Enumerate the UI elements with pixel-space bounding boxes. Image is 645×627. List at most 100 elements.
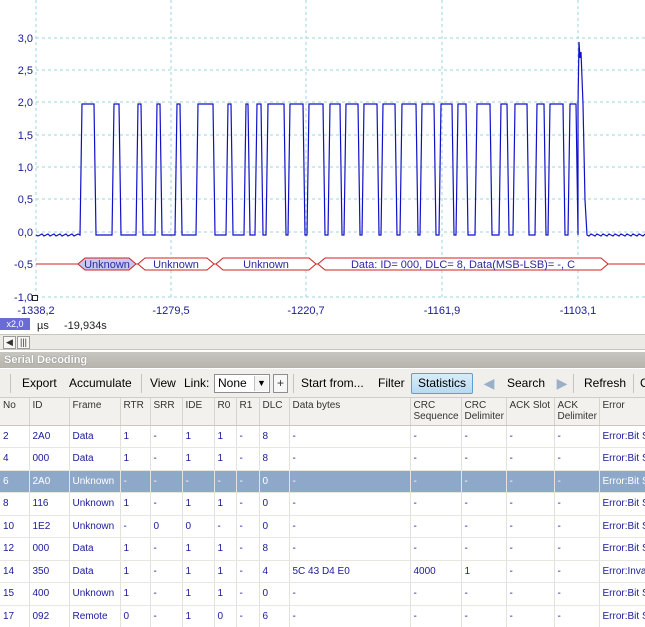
origin-marker[interactable] (32, 295, 38, 301)
table-cell: - (506, 560, 555, 583)
table-cell: - (554, 537, 600, 561)
column-header[interactable]: R0 (214, 398, 237, 426)
table-cell: 1 (461, 560, 507, 583)
table-row[interactable]: 10 1E2 Unknown -0 0- -0- - - - - Error:Bit S (0, 515, 645, 538)
time-unit-label: µs (37, 320, 49, 332)
column-header[interactable]: Data bytes (289, 398, 411, 426)
table-cell: 5C 43 D4 E0 (289, 560, 411, 583)
table-cell: 0 (150, 515, 183, 538)
table-cell: - (236, 425, 260, 448)
scroll-left-icon[interactable]: ◀ (3, 336, 16, 349)
waveform-view[interactable]: 3,0 2,5 2,0 1,5 1,0 0,5 0,0 -0,5 -1,0 -1338,2 -127… (0, 0, 645, 333)
link-select[interactable]: None ▼ (214, 374, 270, 393)
table-cell: - (506, 582, 555, 606)
table-cell: 17 (0, 605, 30, 627)
table-cell: - (554, 515, 600, 538)
table-cell: - (554, 582, 600, 606)
waveform-plot[interactable]: 3,0 2,5 2,0 1,5 1,0 0,5 0,0 -0,5 -1,0-1338,2 -127… (0, 0, 645, 333)
column-header[interactable]: ID (29, 398, 70, 426)
time-offset-label: -19,934s (64, 320, 107, 332)
table-cell: 0 (259, 582, 290, 606)
table-row[interactable]: 12 000 Data 1-1 1-8- - - - - Error:Bit S (0, 537, 645, 561)
table-cell: - (554, 492, 600, 516)
search-button[interactable]: Search (501, 373, 551, 394)
column-header[interactable]: Error (599, 398, 645, 426)
column-header[interactable]: DLC (259, 398, 290, 426)
scroll-grip-icon[interactable]: ||| (17, 336, 30, 349)
decoded-frames-table[interactable]: No ID Frame RTR SRR IDE R0 R1 DLC Data bytes CRC S… (0, 398, 645, 627)
table-cell: - (506, 537, 555, 561)
search-previous-icon[interactable]: ◀ (482, 374, 496, 393)
table-cell: - (461, 492, 507, 516)
y-tick-label: 2,0 (18, 97, 33, 109)
filter-button[interactable]: Filter (372, 373, 411, 394)
table-cell: 1 (214, 425, 237, 448)
horizontal-scrollbar[interactable]: ◀ ||| (0, 334, 645, 350)
column-header[interactable]: SRR (150, 398, 183, 426)
statistics-button[interactable]: Statistics (411, 373, 474, 394)
table-cell: - (506, 425, 555, 448)
table-cell: - (150, 560, 183, 583)
table-cell: Error:Bit S (599, 605, 645, 627)
column-header[interactable]: CRC Sequence (410, 398, 462, 426)
table-cell: - (506, 605, 555, 627)
column-header[interactable]: R1 (236, 398, 260, 426)
export-button[interactable]: Export (16, 373, 63, 394)
table-cell: 0 (120, 605, 151, 627)
table-row[interactable]: 4 000 Data 1-1 1-8- - - - - Error:Bit S (0, 447, 645, 471)
table-cell: - (289, 470, 411, 493)
table-cell: - (150, 582, 183, 606)
table-cell: - (461, 425, 507, 448)
table-cell: - (150, 537, 183, 561)
table-cell: 1 (214, 492, 237, 516)
table-row[interactable]: 8 116 Unknown 1-1 1-0- - - - - Error:Bit S (0, 492, 645, 516)
table-cell: 000 (29, 537, 70, 561)
refresh-button[interactable]: Refresh (578, 373, 632, 394)
table-cell: - (289, 515, 411, 538)
column-header[interactable]: RTR (120, 398, 151, 426)
column-header[interactable]: CRC Delimiter (461, 398, 507, 426)
table-row[interactable]: 2 2A0 Data 1-1 1-8- - - - - Error:Bit S (0, 425, 645, 448)
y-tick-label: 3,0 (18, 33, 33, 45)
table-cell: - (554, 605, 600, 627)
table-cell: Error:Bit S (599, 515, 645, 538)
column-header[interactable]: ACK Slot (506, 398, 555, 426)
column-header[interactable]: ACK Delimiter (554, 398, 600, 426)
column-header[interactable]: Frame (69, 398, 121, 426)
table-row[interactable]: 14 350 Data 1-1 1-4 5C 43 D4 E0 4000 1- - Error:I… (0, 560, 645, 583)
table-cell: - (120, 470, 151, 493)
start-from-button[interactable]: Start from... (295, 373, 370, 394)
add-link-button[interactable]: + (273, 374, 288, 393)
table-cell: - (289, 537, 411, 561)
table-cell: 1 (182, 447, 215, 471)
table-row[interactable]: 15 400 Unknown 1-1 1-0- - - - - Error:Bit S (0, 582, 645, 606)
toolbar-separator (293, 374, 294, 393)
signal-trace[interactable] (35, 41, 645, 237)
table-cell: - (410, 470, 462, 493)
table-row[interactable]: 17 092 Remote 0-1 0-6- - - - - Error:Bit S (0, 605, 645, 627)
table-cell: Unknown (69, 492, 121, 516)
table-cell: - (410, 605, 462, 627)
link-label: Link: (184, 376, 210, 390)
table-cell: Error:Bit S (599, 447, 645, 471)
column-header[interactable]: IDE (182, 398, 215, 426)
table-cell: - (120, 515, 151, 538)
table-cell: - (410, 492, 462, 516)
x-tick-label: -1338,2 (17, 305, 54, 317)
table-cell: 1 (214, 447, 237, 471)
table-cell: - (506, 515, 555, 538)
table-cell: - (236, 605, 260, 627)
table-cell: 4000 (410, 560, 462, 583)
search-next-icon[interactable]: ▶ (555, 374, 569, 393)
view-button[interactable]: View (144, 373, 182, 394)
accumulate-button[interactable]: Accumulate (63, 373, 138, 394)
chevron-down-icon[interactable]: ▼ (254, 376, 268, 391)
table-cell: - (410, 537, 462, 561)
table-cell: - (506, 447, 555, 471)
table-row[interactable]: 6 2A0 Unknown - - - - -0- - - - - Error:Bit S (0, 470, 645, 493)
more-button[interactable]: C (634, 373, 645, 394)
table-cell: - (410, 425, 462, 448)
table-cell: - (236, 515, 260, 538)
column-header[interactable]: No (0, 398, 30, 426)
table-cell: 1 (120, 447, 151, 471)
